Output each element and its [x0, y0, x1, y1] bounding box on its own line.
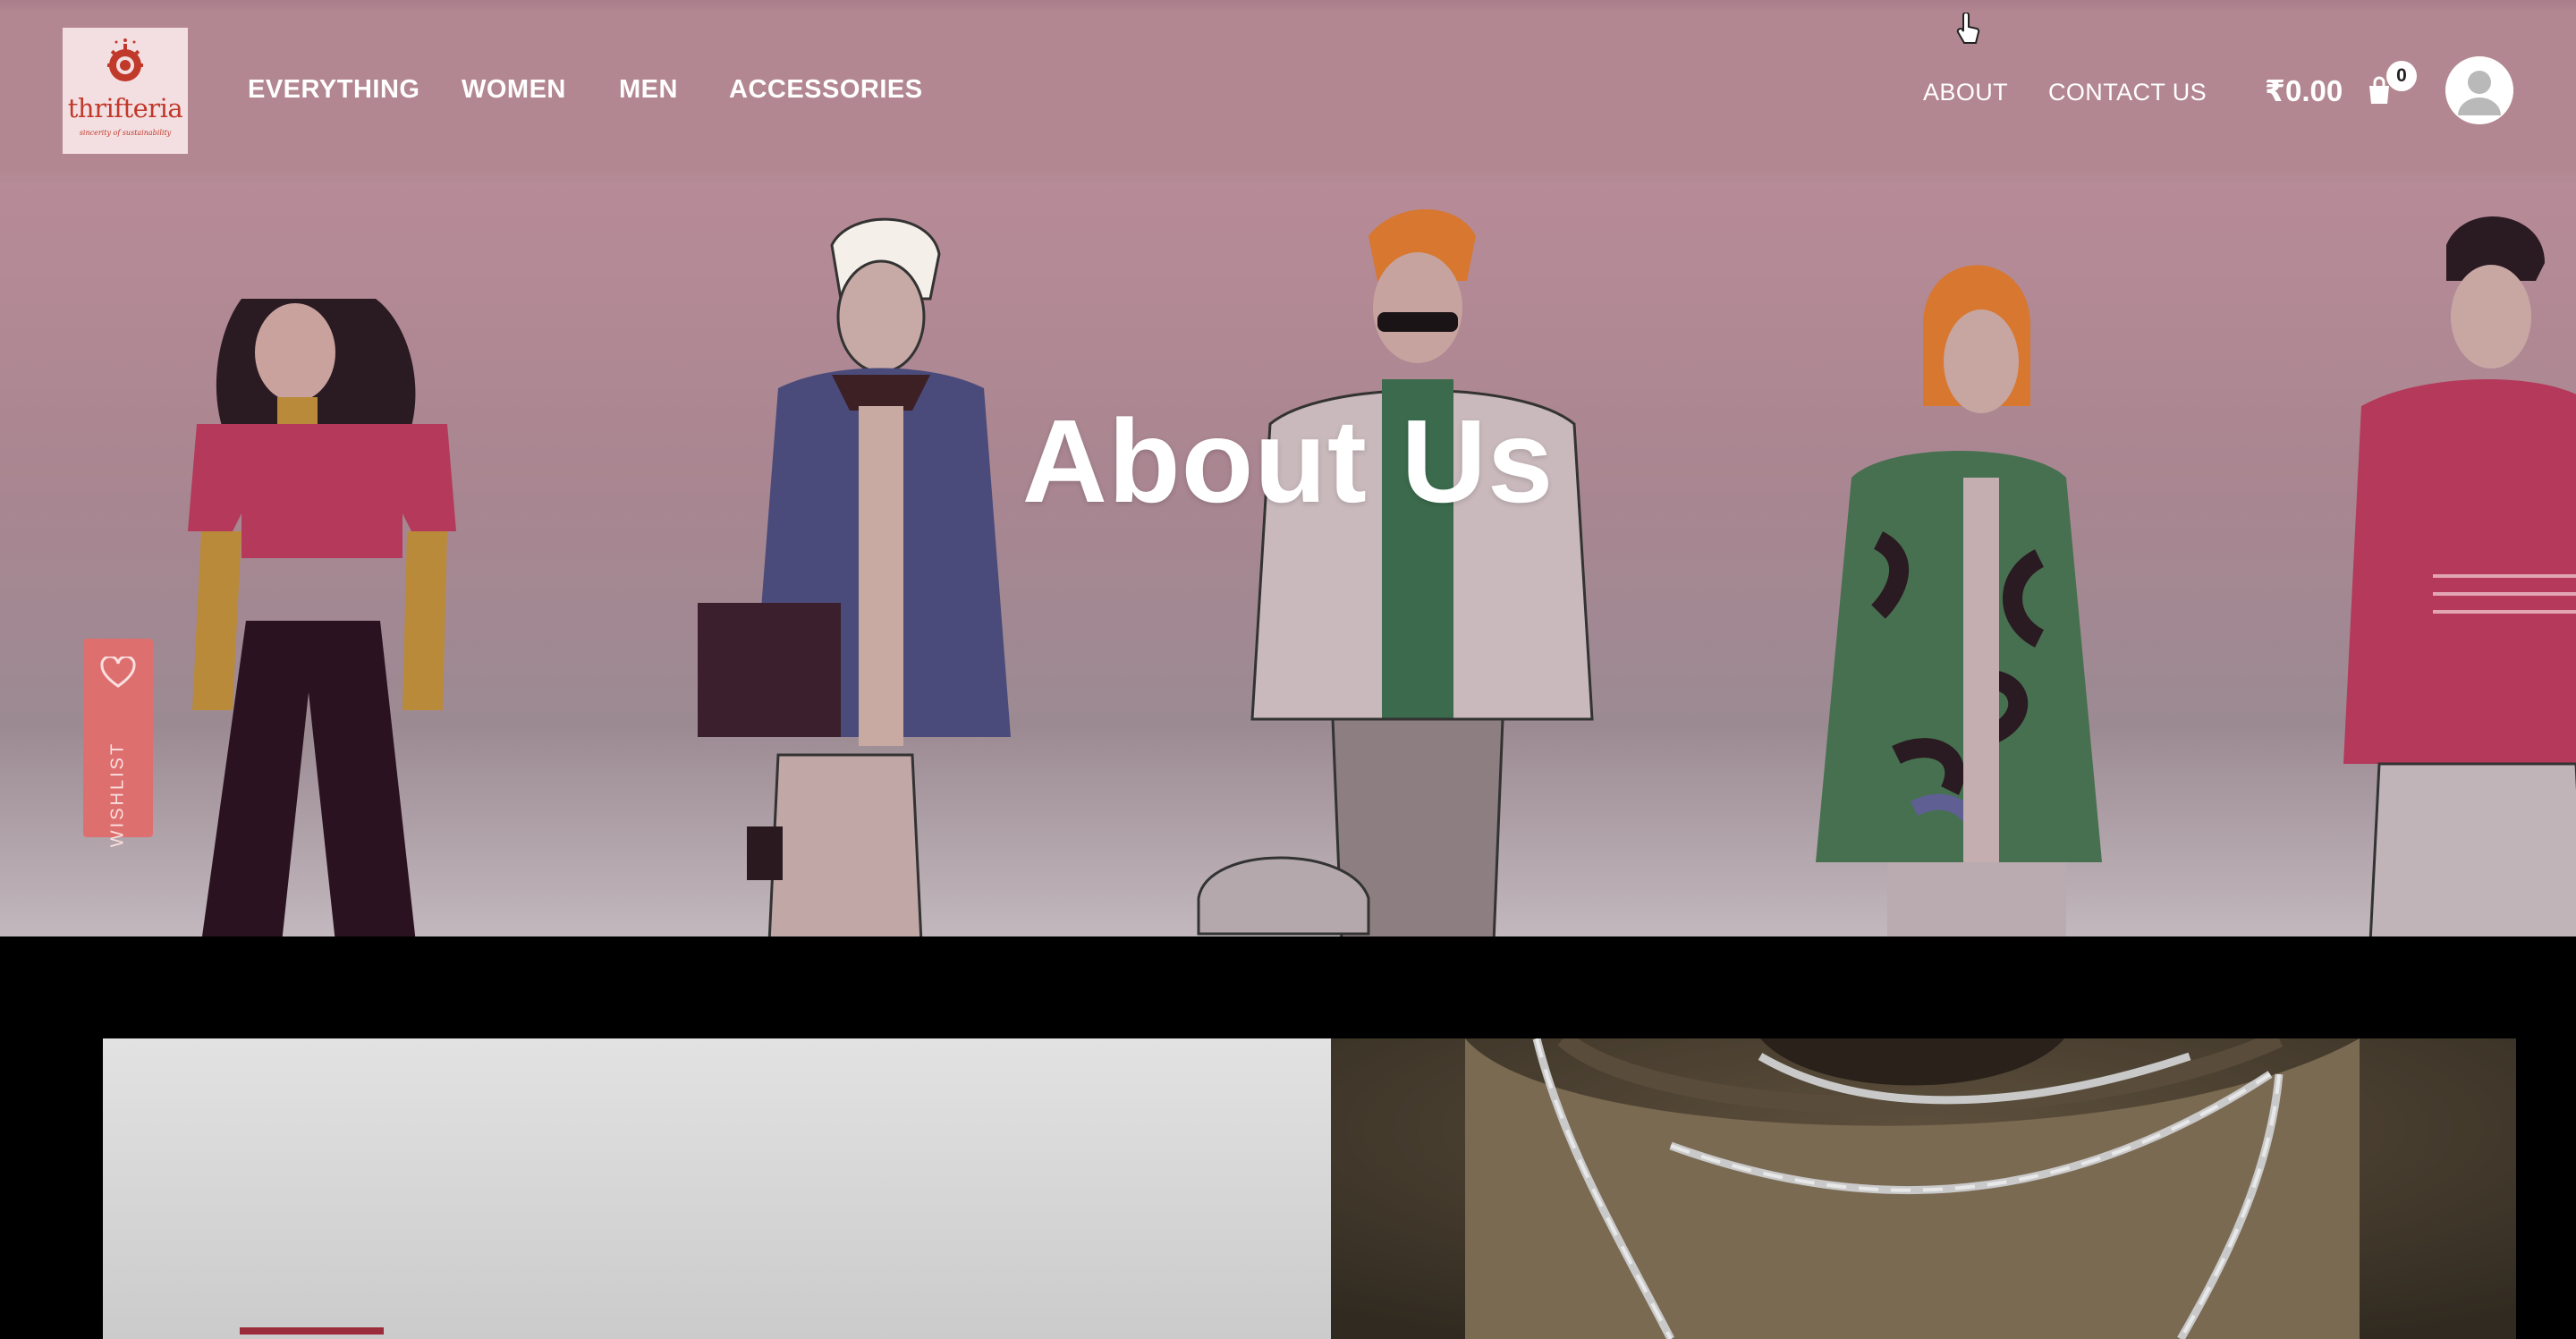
site-header: thrifteria sincerity of sustainability E…: [0, 0, 2576, 182]
illustration-person-man-sunglasses: [1197, 209, 1594, 936]
cart-total[interactable]: ₹0.00: [2265, 73, 2343, 108]
hero-illustration: [188, 209, 2576, 936]
about-feature-image: [1331, 1038, 2516, 1339]
wishlist-tab[interactable]: WISHLIST: [83, 639, 153, 847]
wishlist-label: WISHLIST: [107, 741, 128, 848]
hero-banner: About Us WISHLIST: [0, 182, 2576, 936]
heart-icon: [100, 657, 136, 688]
illustration-person-man-sweater: [2343, 216, 2576, 936]
logo-emblem-icon: [107, 38, 143, 81]
pointer-hand-icon: [1955, 12, 1982, 51]
section-accent-line: [240, 1327, 384, 1335]
chain-necklace-photo: [1331, 1038, 2516, 1339]
illustration-person-woman-coat: [1816, 265, 2102, 936]
site-logo[interactable]: thrifteria sincerity of sustainability: [63, 28, 188, 154]
illustration-person-man-jacket: [698, 217, 1011, 936]
nav-about[interactable]: ABOUT: [1923, 79, 2008, 106]
page-title: About Us: [1021, 395, 1555, 527]
logo-tagline: sincerity of sustainability: [79, 129, 172, 137]
logo-brand-text: thrifteria: [67, 93, 183, 123]
cart-count-badge: 0: [2386, 61, 2417, 91]
about-text-panel: [103, 1038, 1331, 1339]
nav-everything[interactable]: EVERYTHING: [248, 75, 419, 105]
nav-accessories[interactable]: ACCESSORIES: [729, 75, 923, 105]
user-avatar-icon[interactable]: [2445, 56, 2513, 124]
nav-contact-us[interactable]: CONTACT US: [2048, 79, 2207, 106]
nav-women[interactable]: WOMEN: [462, 75, 566, 105]
nav-men[interactable]: MEN: [619, 75, 678, 105]
